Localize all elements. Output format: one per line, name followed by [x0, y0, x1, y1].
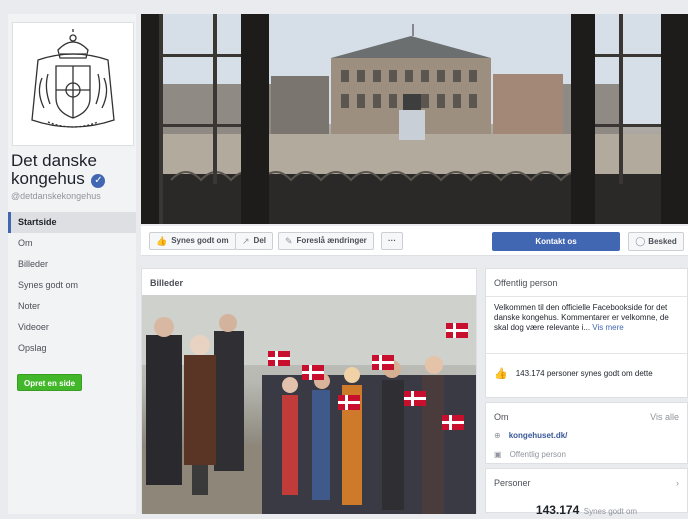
messenger-icon: ◯ [635, 236, 646, 246]
people-count: 143.174 [535, 503, 580, 517]
nav-item-synes-godt-om[interactable]: Synes godt om [8, 275, 136, 296]
suggest-edits-label: Foreslå ændringer [296, 236, 367, 245]
page-action-bar: 👍 Synes godt om ↗ Del ✎ Foreslå ændringe… [141, 226, 688, 256]
contact-us-button[interactable]: Kontakt os [492, 232, 620, 251]
pencil-icon: ✎ [285, 236, 293, 246]
thumbs-up-icon: 👍 [494, 368, 508, 380]
crowd-with-flags-image [142, 295, 476, 514]
page-name-line1: Det danske [11, 151, 97, 170]
left-column: Det danske kongehus ✓ @detdanskekongehus… [8, 14, 136, 514]
chevron-right-icon: › [676, 478, 679, 488]
page-handle[interactable]: @detdanskekongehus [11, 191, 101, 201]
photo-royal-crowd[interactable] [142, 295, 476, 514]
suggest-edits-button[interactable]: ✎ Foreslå ændringer [278, 232, 374, 250]
website-link[interactable]: kongehuset.dk/ [509, 431, 568, 440]
om-card: Om Vis alle ⊕ kongehuset.dk/ ▣ Offentlig… [485, 402, 688, 464]
globe-icon: ⊕ [494, 430, 501, 440]
like-page-label: Synes godt om [171, 236, 229, 245]
palace-square-image [141, 14, 688, 224]
about-card: Offentlig person Velkommen til den offic… [485, 268, 688, 398]
category-row: ▣ Offentlig person [486, 445, 687, 463]
people-card: Personer › 143.174 Synes godt om [485, 468, 688, 517]
page-nav: Startside Om Billeder Synes godt om Note… [8, 212, 136, 359]
briefcase-icon: ▣ [494, 449, 502, 459]
om-card-header: Om Vis alle [486, 403, 687, 425]
thumbs-up-icon: 👍 [156, 236, 168, 246]
page-name-line2: kongehus ✓ [11, 170, 135, 188]
share-arrow-icon: ↗ [242, 236, 250, 246]
people-card-header[interactable]: Personer › [486, 469, 687, 491]
see-all-link[interactable]: Vis alle [650, 412, 679, 425]
more-options-label: ··· [388, 236, 396, 245]
nav-item-om[interactable]: Om [8, 233, 136, 254]
about-description-text: Velkommen til den officielle Facebooksid… [494, 303, 669, 332]
profile-picture[interactable] [12, 22, 134, 146]
photos-card: Billeder [141, 268, 477, 514]
message-label: Besked [648, 237, 677, 246]
cover-photo[interactable] [141, 14, 688, 224]
nav-item-noter[interactable]: Noter [8, 296, 136, 317]
page-name[interactable]: Det danske kongehus ✓ [11, 152, 135, 188]
category-label[interactable]: Offentlig person [486, 269, 687, 297]
about-more-link[interactable]: Vis mere [592, 323, 623, 332]
people-card-title: Personer [494, 478, 531, 488]
om-card-title: Om [494, 412, 509, 422]
more-options-button[interactable]: ··· [381, 232, 403, 250]
website-row: ⊕ kongehuset.dk/ [486, 425, 687, 445]
verified-badge-icon: ✓ [91, 174, 106, 188]
people-count-row: 143.174 Synes godt om [486, 491, 687, 519]
nav-item-opslag[interactable]: Opslag [8, 338, 136, 359]
create-page-button[interactable]: Opret en side [17, 374, 83, 391]
about-description: Velkommen til den officielle Facebooksid… [486, 297, 687, 353]
likes-summary: 👍 143.174 personer synes godt om dette [486, 353, 687, 393]
nav-item-billeder[interactable]: Billeder [8, 254, 136, 275]
likes-summary-text: 143.174 personer synes godt om dette [515, 369, 653, 378]
page-name-line2-text: kongehus [11, 169, 85, 188]
message-button[interactable]: ◯ Besked [628, 232, 684, 251]
royal-coat-of-arms-logo [31, 29, 115, 128]
nav-item-startside[interactable]: Startside [8, 212, 136, 233]
nav-item-videoer[interactable]: Videoer [8, 317, 136, 338]
share-button[interactable]: ↗ Del [235, 232, 273, 250]
photos-card-title[interactable]: Billeder [142, 269, 476, 295]
category-row-text: Offentlig person [509, 449, 566, 459]
people-count-suffix: Synes godt om [583, 507, 638, 516]
share-label: Del [253, 236, 266, 245]
like-page-button[interactable]: 👍 Synes godt om [149, 232, 236, 250]
